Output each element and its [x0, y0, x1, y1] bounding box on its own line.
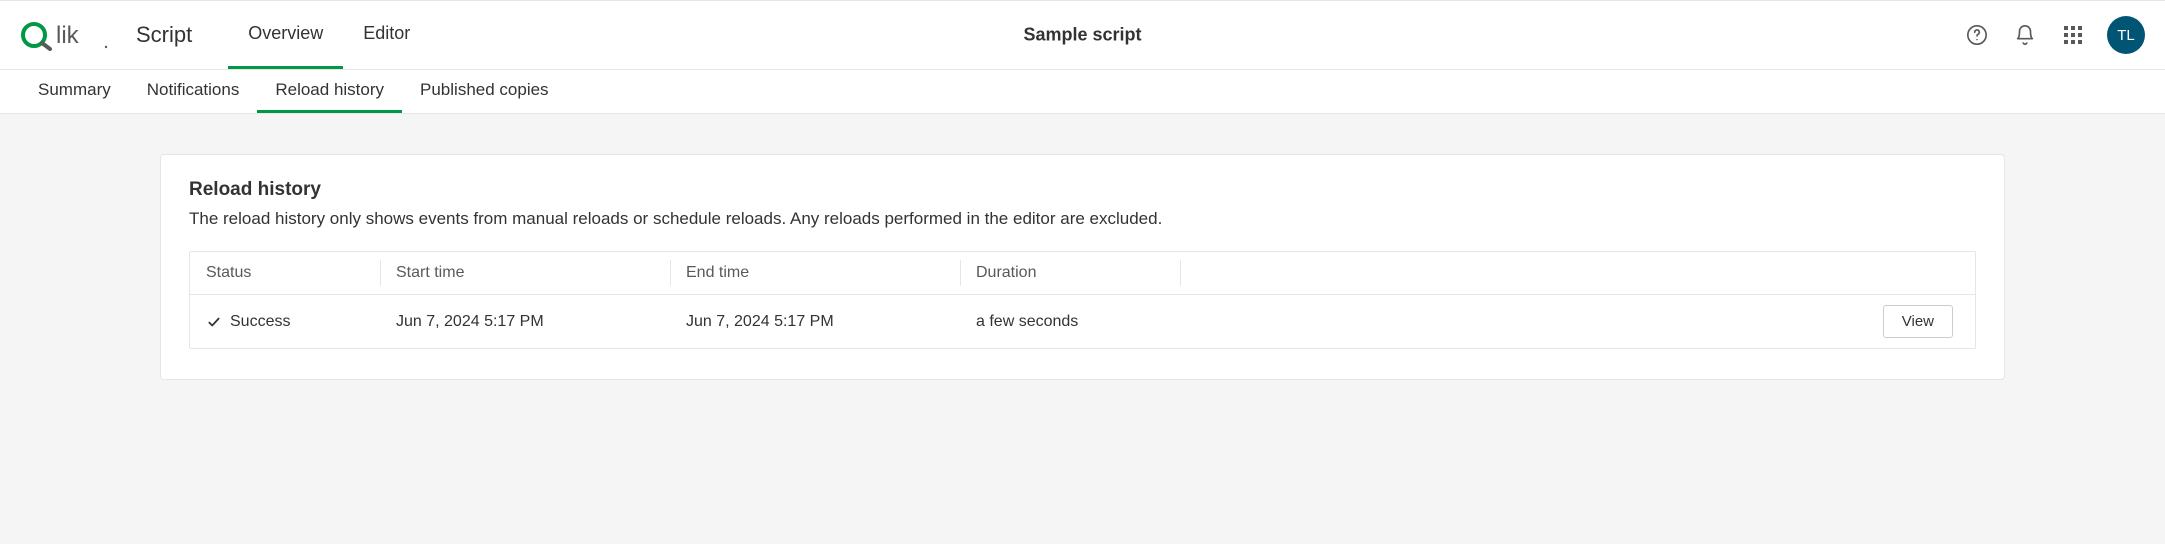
table-header: Status Start time End time Duration	[190, 252, 1975, 294]
svg-text:lik: lik	[56, 22, 80, 49]
sub-nav: Summary Notifications Reload history Pub…	[0, 70, 2165, 114]
table-row: Success Jun 7, 2024 5:17 PM Jun 7, 2024 …	[190, 294, 1975, 348]
subtab-notifications[interactable]: Notifications	[129, 70, 258, 113]
panel-description: The reload history only shows events fro…	[189, 209, 1976, 229]
col-actions	[1180, 252, 1975, 294]
subtab-published-copies[interactable]: Published copies	[402, 70, 567, 113]
view-button[interactable]: View	[1883, 305, 1953, 338]
tab-editor[interactable]: Editor	[343, 1, 430, 69]
header-bar: lik Script Overview Editor Sample script	[0, 0, 2165, 70]
status-text: Success	[230, 313, 290, 331]
qlik-logo[interactable]: lik	[20, 19, 112, 51]
col-start-time: Start time	[380, 252, 670, 294]
panel-title: Reload history	[189, 179, 1976, 201]
check-icon	[206, 314, 222, 330]
section-name: Script	[136, 22, 192, 48]
page-body: Reload history The reload history only s…	[0, 114, 2165, 544]
col-end-time: End time	[670, 252, 960, 294]
reload-history-table: Status Start time End time Duration Succ…	[189, 251, 1976, 349]
apps-grid-icon[interactable]	[2059, 21, 2087, 49]
cell-start-time: Jun 7, 2024 5:17 PM	[380, 313, 670, 331]
bell-icon[interactable]	[2011, 21, 2039, 49]
help-icon[interactable]	[1963, 21, 1991, 49]
col-status: Status	[190, 252, 380, 294]
tab-overview[interactable]: Overview	[228, 1, 343, 69]
reload-history-panel: Reload history The reload history only s…	[160, 154, 2005, 380]
cell-end-time: Jun 7, 2024 5:17 PM	[670, 313, 960, 331]
primary-tabs: Overview Editor	[228, 1, 430, 69]
subtab-summary[interactable]: Summary	[20, 70, 129, 113]
cell-duration: a few seconds	[960, 313, 1180, 331]
cell-actions: View	[1180, 305, 1975, 338]
avatar[interactable]: TL	[2107, 16, 2145, 54]
page-title: Sample script	[1023, 25, 1141, 46]
col-duration: Duration	[960, 252, 1180, 294]
subtab-reload-history[interactable]: Reload history	[257, 70, 402, 113]
cell-status: Success	[190, 313, 380, 331]
header-actions: TL	[1963, 16, 2145, 54]
